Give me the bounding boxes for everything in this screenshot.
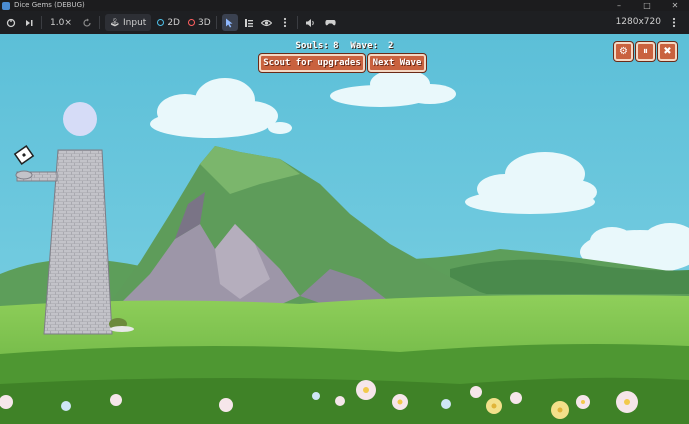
window-controls: – □ ✕ [605,0,689,11]
gear-icon: ⚙ [619,46,628,57]
step-frame-icon[interactable] [22,14,36,31]
mode-3d-label: 3D [197,17,211,28]
zoom-level[interactable]: 1.0× [50,14,72,31]
input-toggle[interactable]: 🕹 Input [104,14,152,31]
2d-dot-icon [157,19,165,26]
scout-for-upgrades-button[interactable]: Scout for upgrades [259,54,365,72]
close-icon: ✖ [663,46,672,57]
souls-value: 8 [333,41,339,51]
eye-icon[interactable] [260,14,274,31]
wave-label: Wave: [350,41,379,51]
moon [63,102,97,136]
toolbar-separator [98,16,100,29]
toolbar-separator [215,16,217,29]
souls-label: Souls: [295,41,330,51]
select-icon[interactable] [221,14,238,31]
reset-speed-icon[interactable] [80,14,94,31]
speaker-icon[interactable] [304,14,318,31]
minimize-button[interactable]: – [605,0,633,11]
settings-button[interactable]: ⚙ [614,42,633,61]
window-title: Dice Gems (DEBUG) [14,1,85,9]
maximize-button[interactable]: □ [633,0,661,11]
input-label: Input [123,17,147,28]
pause-icon: ⏸ [643,46,648,57]
mode-2d-label: 2D [167,17,180,28]
kebab-menu-icon[interactable] [667,14,681,31]
hud-icon-group: ⚙ ⏸ ✖ [614,42,677,61]
toolbar-separator [296,16,298,29]
quit-button[interactable]: ✖ [658,42,677,61]
mode-2d-toggle[interactable]: 2D [157,14,180,31]
resolution-label: 1280x720 [615,17,661,27]
suspend-icon[interactable] [4,14,18,31]
close-window-button[interactable]: ✕ [661,0,689,11]
game-viewport[interactable]: Souls: 8 Wave: 2 Scout for upgrades Next … [0,34,689,424]
pause-button[interactable]: ⏸ [636,42,655,61]
3d-dot-icon [187,19,195,26]
mode-3d-toggle[interactable]: 3D [187,14,211,31]
window-titlebar: Dice Gems (DEBUG) – □ ✕ [0,0,689,11]
wave-value: 2 [388,41,394,51]
next-wave-button[interactable]: Next Wave [368,54,426,72]
app-icon [2,1,10,10]
game-toolbar: 1.0× 🕹 Input 2D 3D 1280x720 [0,11,689,34]
controller-icon[interactable] [324,14,338,31]
kebab-menu-icon[interactable] [278,14,292,31]
toolbar-separator [41,16,42,29]
hud-stats: Souls: 8 Wave: 2 [0,41,689,51]
input-icon: 🕹 [109,18,121,27]
list-icon[interactable] [242,14,256,31]
game-scene [0,34,689,424]
